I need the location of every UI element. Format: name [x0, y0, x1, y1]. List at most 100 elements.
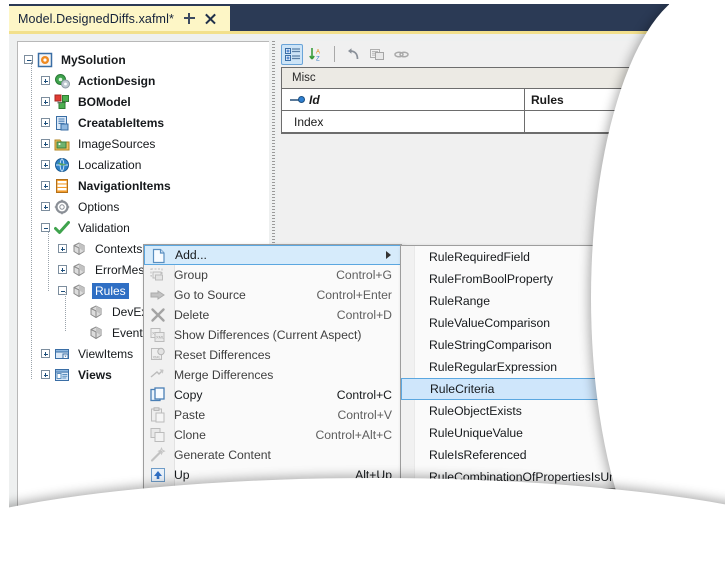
tree-node-label: MySolution: [61, 52, 126, 67]
cube-icon: [71, 262, 87, 278]
tree-node-label: Options: [78, 199, 120, 214]
property-pages-button[interactable]: [366, 44, 388, 65]
tree-node-label: Contexts: [95, 241, 143, 256]
tree-node-label: Rules: [92, 282, 129, 299]
property-row-index[interactable]: Index: [282, 111, 660, 133]
collapse-icon[interactable]: [41, 223, 50, 232]
submenu-item-label: RuleRange: [429, 294, 490, 308]
expand-icon[interactable]: [58, 244, 67, 253]
expand-icon[interactable]: [41, 97, 50, 106]
context-menu-item[interactable]: Clone Control+Alt+C: [144, 425, 401, 445]
svg-text:Z: Z: [316, 56, 320, 62]
tree-node-label: Validation: [78, 220, 130, 235]
property-name-label: Index: [294, 114, 324, 129]
document-tab-label: Model.DesignedDiffs.xafml*: [18, 11, 174, 26]
context-menu-item[interactable]: Copy Control+C: [144, 385, 401, 405]
move-up-icon: [150, 467, 166, 483]
categorized-view-button[interactable]: [281, 43, 303, 65]
expand-icon[interactable]: [41, 139, 50, 148]
expand-icon[interactable]: [58, 265, 67, 274]
property-row-id[interactable]: Id Rules: [282, 89, 660, 111]
context-menu-item[interactable]: Delete Control+D: [144, 305, 401, 325]
context-menu-item[interactable]: Merge Differences: [144, 365, 401, 385]
context-menu-item[interactable]: Go to Source Control+Enter: [144, 285, 401, 305]
close-icon[interactable]: [204, 12, 217, 25]
screenshot-root: Model.DesignedDiffs.xafml* MySolution Act…: [0, 0, 725, 580]
context-menu-item-shortcut: Control+Alt+C: [315, 428, 392, 442]
views-icon: [54, 367, 70, 383]
undo-button[interactable]: [342, 44, 364, 65]
expand-icon[interactable]: [41, 118, 50, 127]
tree-node[interactable]: Validation: [18, 217, 269, 238]
context-menu-item-label: Show Differences (Current Aspect): [174, 328, 362, 342]
context-menu-item[interactable]: XMLXML Show Differences (Current Aspect): [144, 325, 401, 345]
context-menu-item-label: Add...: [175, 248, 207, 262]
page-edge-top: [0, 0, 725, 4]
submenu-item-label: RuleFromBoolProperty: [429, 272, 553, 286]
show-differences-icon: XMLXML: [150, 327, 166, 343]
property-name-label: Id: [309, 92, 320, 107]
expand-icon[interactable]: [41, 76, 50, 85]
submenu-item-label: RuleRequiredField: [429, 250, 530, 264]
tree-connector: [31, 60, 32, 380]
tree-node-label: Views: [78, 367, 112, 382]
property-grid-toolbar: A Z: [278, 41, 661, 67]
context-menu-item-shortcut: Control+G: [336, 268, 392, 282]
tree-node-label: BOModel: [78, 94, 131, 109]
toolbar-separator: [334, 46, 335, 62]
submenu-arrow-icon: [386, 251, 391, 259]
expand-icon[interactable]: [41, 181, 50, 190]
tree-node[interactable]: ImageSources: [18, 133, 269, 154]
context-menu-item[interactable]: Generate Content: [144, 445, 401, 465]
context-menu-item[interactable]: Paste Control+V: [144, 405, 401, 425]
tree-node[interactable]: MySolution: [18, 49, 269, 70]
context-menu-item-label: Paste: [174, 408, 206, 422]
solution-icon: [37, 52, 53, 68]
options-icon: [54, 199, 70, 215]
context-menu-item-shortcut: Control+V: [337, 408, 392, 422]
expand-icon[interactable]: [41, 370, 50, 379]
merge-differences-icon: [150, 367, 166, 383]
context-menu-item[interactable]: Add...: [144, 245, 401, 265]
context-menu-item-shortcut: Control+Enter: [316, 288, 392, 302]
context-menu-item[interactable]: XML Reset Differences: [144, 345, 401, 365]
expand-icon[interactable]: [41, 349, 50, 358]
expand-icon[interactable]: [41, 202, 50, 211]
page-curl-bottom: [0, 478, 725, 580]
tree-node-label: ViewItems: [78, 346, 134, 361]
property-name-cell: Id: [282, 89, 525, 110]
cube-icon: [71, 241, 87, 257]
page-edge-left: [0, 0, 9, 580]
property-grid[interactable]: Misc Id Rules Index: [281, 67, 661, 134]
document-tab[interactable]: Model.DesignedDiffs.xafml*: [9, 6, 230, 31]
tree-node-label: NavigationItems: [78, 178, 171, 193]
link-button[interactable]: [390, 44, 412, 65]
pin-icon[interactable]: [183, 12, 196, 25]
context-menu-item[interactable]: Group Control+G: [144, 265, 401, 285]
cube-icon: [88, 325, 104, 341]
delete-icon: [150, 307, 166, 323]
validation-icon: [54, 220, 70, 236]
paste-icon: [150, 407, 166, 423]
context-menu-item-label: Copy: [174, 388, 203, 402]
reset-differences-icon: XML: [150, 347, 166, 363]
alphabetical-sort-button[interactable]: A Z: [305, 44, 327, 65]
tree-node-label: ImageSources: [78, 136, 156, 151]
context-menu-item-shortcut: Control+D: [336, 308, 392, 322]
title-bar: Model.DesignedDiffs.xafml*: [9, 4, 669, 31]
tree-node[interactable]: Localization: [18, 154, 269, 175]
context-menu-item-label: Delete: [174, 308, 210, 322]
tree-node[interactable]: CreatableItems: [18, 112, 269, 133]
bo-model-icon: [54, 94, 70, 110]
context-menu-item-label: Clone: [174, 428, 206, 442]
expand-icon[interactable]: [41, 160, 50, 169]
tree-node[interactable]: Options: [18, 196, 269, 217]
context-menu[interactable]: Add... Group Control+G Go to Source Control+…: [143, 244, 402, 506]
submenu-item-label: RuleStringComparison: [429, 338, 552, 352]
property-name-cell: Index: [282, 111, 525, 132]
context-menu-item-label: Up: [174, 468, 190, 482]
tree-node[interactable]: BOModel: [18, 91, 269, 112]
tree-node[interactable]: NavigationItems: [18, 175, 269, 196]
tree-node[interactable]: ActionDesign: [18, 70, 269, 91]
navigation-items-icon: [54, 178, 70, 194]
